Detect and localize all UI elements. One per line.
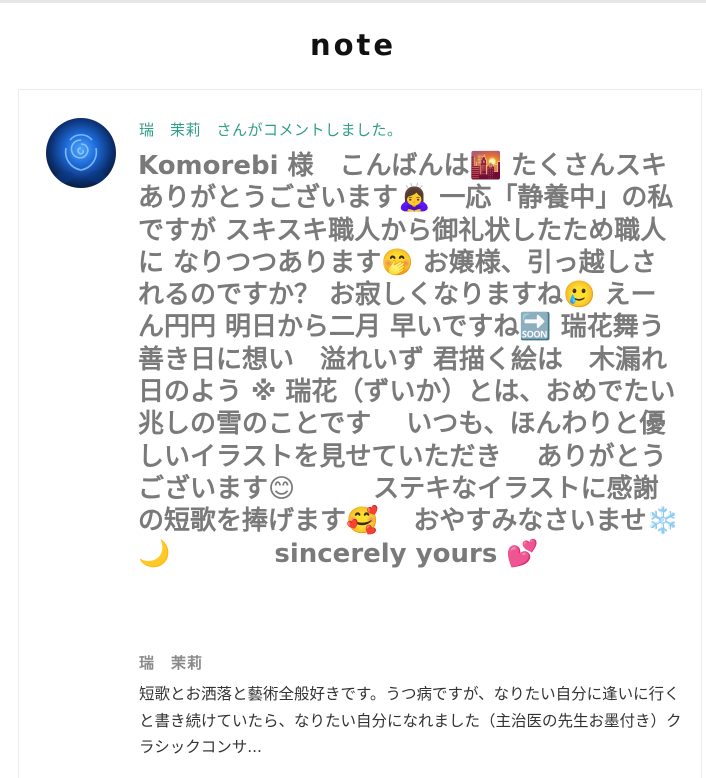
author-name[interactable]: 瑞 茉莉: [139, 652, 203, 673]
app-header: note: [0, 3, 706, 87]
commenter-name-link[interactable]: 瑞 茉莉: [139, 121, 201, 139]
comment-notification-card[interactable]: 瑞 茉莉 さんがコメントしました。 Komorebi 様 こんばんは🌇 たくさん…: [18, 89, 702, 778]
blue-rose-icon: [56, 133, 106, 188]
avatar[interactable]: [46, 118, 116, 188]
author-bio: 短歌とお洒落と藝術全般好きです。うつ病ですが、なりたい自分に逢いに行くと書き続け…: [139, 685, 682, 756]
note-logo[interactable]: note: [310, 28, 396, 62]
notification-action: さんがコメントしました。: [201, 121, 403, 139]
notification-text: 瑞 茉莉 さんがコメントしました。: [139, 119, 403, 140]
comment-body: Komorebi 様 こんばんは🌇 たくさんスキありがとうございます🙇‍♀️ 一…: [138, 151, 691, 569]
